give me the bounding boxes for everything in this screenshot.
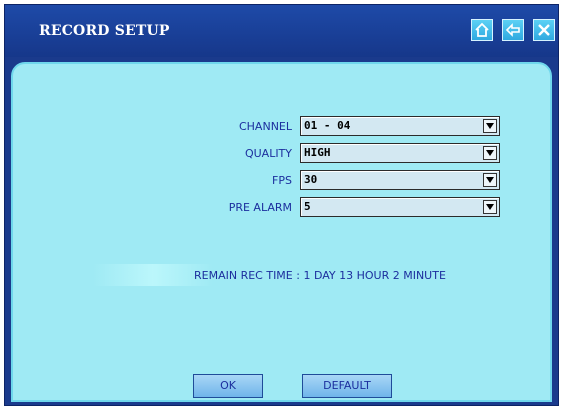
pre-alarm-select[interactable]: 5 <box>300 197 500 217</box>
close-icon <box>538 24 550 36</box>
channel-row: CHANNEL 01 - 04 <box>13 116 554 138</box>
home-icon <box>475 22 489 37</box>
record-setup-window: RECORD SETUP CHANNEL 01 - 04 QUALITY HIG… <box>4 4 559 406</box>
arrow-left-icon <box>505 23 520 37</box>
remain-rec-time: REMAIN REC TIME : 1 DAY 13 HOUR 2 MINUTE <box>194 269 446 282</box>
close-button[interactable] <box>533 19 555 41</box>
title-bar: RECORD SETUP <box>5 5 558 57</box>
pre-alarm-value: 5 <box>304 200 311 213</box>
fps-label: FPS <box>272 174 292 187</box>
back-button[interactable] <box>502 19 524 41</box>
window-title: RECORD SETUP <box>39 23 170 39</box>
ok-button[interactable]: OK <box>193 374 263 398</box>
pre-alarm-label: PRE ALARM <box>228 201 292 214</box>
settings-panel: CHANNEL 01 - 04 QUALITY HIGH FPS 30 PRE … <box>11 62 552 402</box>
home-button[interactable] <box>471 19 493 41</box>
chevron-down-icon[interactable] <box>483 119 497 133</box>
channel-label: CHANNEL <box>238 120 292 133</box>
quality-row: QUALITY HIGH <box>13 143 554 165</box>
channel-value: 01 - 04 <box>304 119 351 132</box>
fps-value: 30 <box>304 173 318 186</box>
chevron-down-icon[interactable] <box>483 146 497 160</box>
quality-value: HIGH <box>304 146 331 159</box>
default-button[interactable]: DEFAULT <box>302 374 392 398</box>
quality-select[interactable]: HIGH <box>300 143 500 163</box>
pre-alarm-row: PRE ALARM 5 <box>13 197 554 219</box>
channel-select[interactable]: 01 - 04 <box>300 116 500 136</box>
chevron-down-icon[interactable] <box>483 200 497 214</box>
quality-label: QUALITY <box>244 147 292 160</box>
chevron-down-icon[interactable] <box>483 173 497 187</box>
fps-row: FPS 30 <box>13 170 554 192</box>
fps-select[interactable]: 30 <box>300 170 500 190</box>
